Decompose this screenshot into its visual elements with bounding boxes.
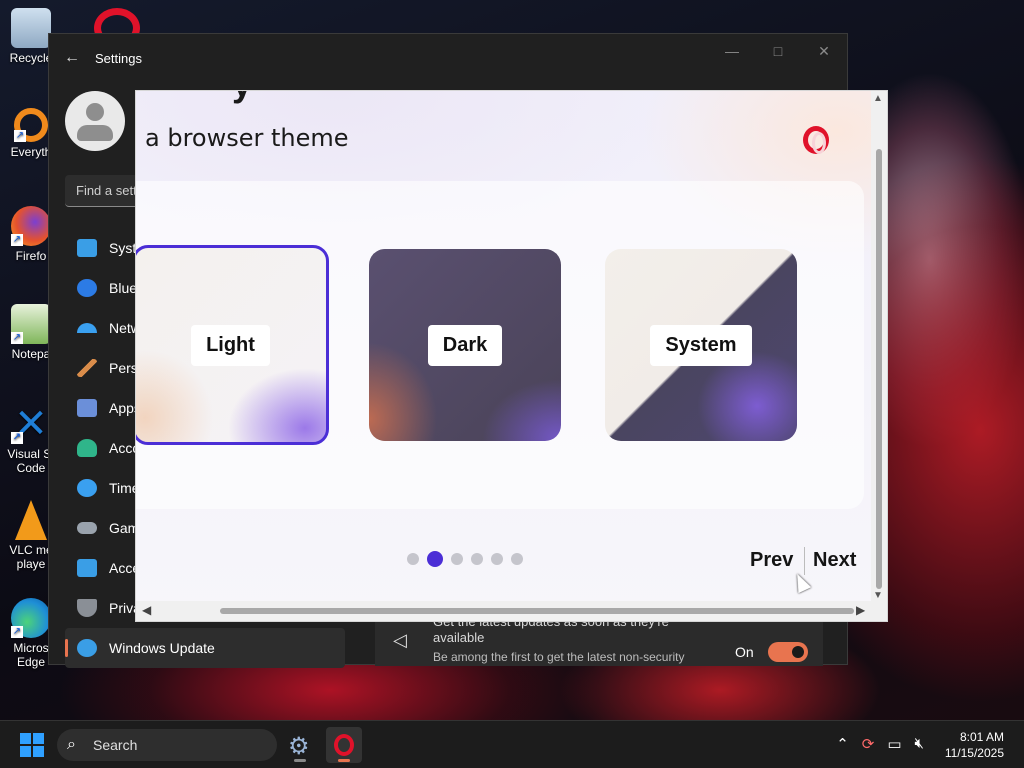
vertical-scrollbar[interactable]: ▲ ▼ xyxy=(871,91,887,603)
accounts-icon xyxy=(77,439,97,457)
taskbar-clock[interactable]: 8:01 AM 11/15/2025 xyxy=(945,729,1004,761)
brush-icon xyxy=(77,359,97,377)
horizontal-scroll-thumb[interactable] xyxy=(220,608,854,614)
page-dot[interactable] xyxy=(471,553,483,565)
windows-logo-tile xyxy=(20,733,31,744)
running-indicator xyxy=(338,759,350,762)
pagination-dots xyxy=(407,551,523,567)
horizontal-scrollbar[interactable]: ◀ ▶ xyxy=(136,601,887,621)
vlc-cone-icon xyxy=(15,500,47,540)
notepad-icon: ↗ xyxy=(11,304,51,344)
search-icon: ⌕ xyxy=(67,736,76,753)
edge-icon: ↗ xyxy=(11,598,51,638)
show-hidden-icons-chevron-icon[interactable]: ⌃ xyxy=(836,735,849,753)
nav-item-windows-update[interactable]: Windows Update xyxy=(65,628,345,668)
desktop-icon-label: Firefo xyxy=(15,249,47,263)
taskbar-settings-app[interactable]: ⚙ xyxy=(282,727,318,763)
close-button[interactable]: ✕ xyxy=(801,34,847,74)
updates-description: Be among the first to get the latest non… xyxy=(433,650,685,664)
recycle-bin-icon xyxy=(11,8,51,48)
desktop-icon-label: Notepa xyxy=(11,347,51,361)
settings-title: Settings xyxy=(95,50,142,66)
bluetooth-icon xyxy=(77,279,97,297)
latest-updates-toggle[interactable] xyxy=(768,642,808,662)
running-indicator xyxy=(294,759,306,762)
start-button[interactable] xyxy=(20,733,44,757)
window-controls: — □ ✕ xyxy=(709,34,847,74)
clock-date: 11/15/2025 xyxy=(944,746,1004,760)
taskbar-search[interactable]: ⌕ Search xyxy=(57,729,277,761)
windows-logo-tile xyxy=(33,746,44,757)
scroll-left-icon[interactable]: ◀ xyxy=(142,603,151,617)
avatar-body xyxy=(77,125,113,141)
scroll-right-icon[interactable]: ▶ xyxy=(856,603,865,617)
taskbar: ⌕ Search ⚙ ⌃ ⟳ ▭ 🔇︎ 8:01 AM 11/15/2025 xyxy=(0,720,1024,768)
accessibility-icon xyxy=(77,559,97,577)
nav-label: Blue xyxy=(109,280,138,296)
opera-theme-popup: y a browser theme Light Dark System Prev… xyxy=(135,90,888,622)
toggle-state-label: On xyxy=(735,644,754,660)
minimize-button[interactable]: — xyxy=(709,34,755,74)
page-dot[interactable] xyxy=(491,553,503,565)
back-arrow-icon[interactable]: ← xyxy=(49,49,95,67)
wifi-icon xyxy=(77,323,97,333)
scroll-up-icon[interactable]: ▲ xyxy=(873,93,883,104)
opera-icon xyxy=(334,734,354,756)
windows-update-icon xyxy=(77,639,97,657)
taskbar-search-label: Search xyxy=(93,737,138,753)
nav-label: Windows Update xyxy=(109,640,215,656)
prev-button[interactable]: Prev xyxy=(750,549,793,572)
sync-alert-icon[interactable]: ⟳ xyxy=(862,735,875,753)
windows-logo-tile xyxy=(33,733,44,744)
taskbar-opera-app[interactable] xyxy=(326,727,362,763)
maximize-button[interactable]: □ xyxy=(755,34,801,74)
scroll-down-icon[interactable]: ▼ xyxy=(873,590,883,601)
next-button[interactable]: Next xyxy=(813,549,856,572)
desktop-icon-label: Everyth xyxy=(10,145,52,159)
vscode-icon: ✕ ↗ xyxy=(11,402,48,446)
desktop-icon-label: Recycle xyxy=(9,51,53,65)
theme-card-light[interactable]: Light xyxy=(136,245,329,445)
privacy-shield-icon xyxy=(77,599,97,617)
popup-heading: a browser theme xyxy=(145,124,349,152)
theme-card-system[interactable]: System xyxy=(605,249,797,441)
theme-label-dark: Dark xyxy=(427,324,503,366)
apps-icon xyxy=(77,399,97,417)
page-dot[interactable] xyxy=(451,553,463,565)
user-avatar[interactable] xyxy=(65,91,125,151)
nav-divider xyxy=(804,547,805,575)
clock-time: 8:01 AM xyxy=(959,730,1004,744)
system-icon xyxy=(77,239,97,257)
heading-fragment: y xyxy=(232,91,252,105)
settings-gear-icon: ⚙ xyxy=(288,733,310,760)
theme-card-dark[interactable]: Dark xyxy=(369,249,561,441)
page-dot[interactable] xyxy=(511,553,523,565)
firefox-icon: ↗ xyxy=(11,206,51,246)
everything-search-icon: ↗ xyxy=(14,108,48,142)
theme-label-light: Light xyxy=(191,324,270,366)
avatar-head xyxy=(86,103,104,121)
opera-logo-icon xyxy=(803,126,829,154)
megaphone-icon: ◁ xyxy=(393,630,407,650)
page-dot-active[interactable] xyxy=(427,551,443,567)
system-tray: ⌃ ⟳ ▭ 🔇︎ xyxy=(836,735,924,753)
vertical-scroll-thumb[interactable] xyxy=(876,149,882,589)
page-dot[interactable] xyxy=(407,553,419,565)
time-language-icon xyxy=(77,479,97,497)
gaming-icon xyxy=(77,522,97,534)
theme-label-system: System xyxy=(650,324,752,366)
windows-logo-tile xyxy=(20,746,31,757)
toggle-knob xyxy=(792,646,804,658)
network-display-icon[interactable]: ▭ xyxy=(887,735,901,753)
speaker-muted-icon[interactable]: 🔇︎ xyxy=(915,735,924,753)
